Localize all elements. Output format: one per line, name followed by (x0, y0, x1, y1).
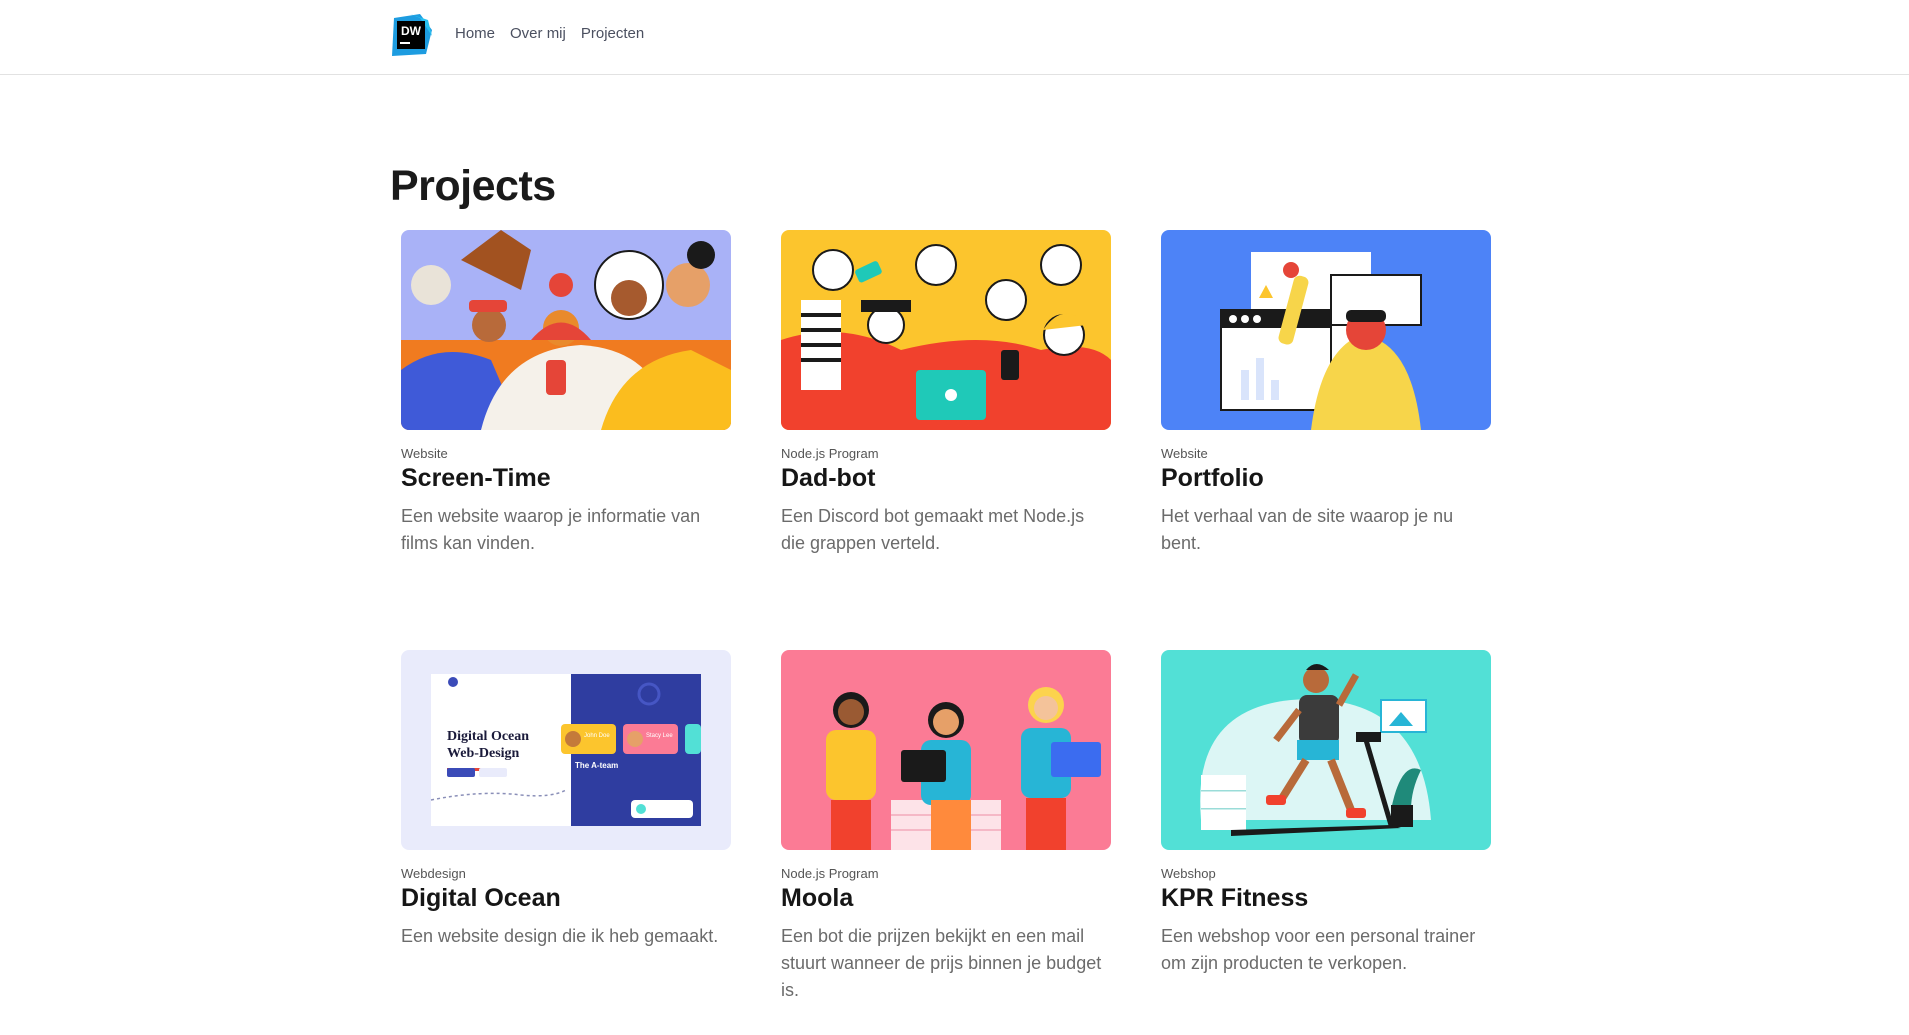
project-thumbnail[interactable] (1161, 650, 1491, 850)
mockup-heading-line2: Web-Design (447, 746, 520, 761)
project-description: Een bot die prijzen bekijkt en een mail … (781, 926, 1102, 1000)
project-description: Een website design die ik heb gemaakt. (401, 926, 719, 946)
project-title[interactable]: Screen-Time (401, 464, 731, 493)
project-thumbnail[interactable]: Digital Ocean Web-Design John Doe Stacy … (401, 650, 731, 850)
mockup-person2: Stacy Lee (646, 733, 673, 739)
project-thumbnail[interactable] (401, 230, 731, 430)
project-category: Website (1161, 446, 1208, 461)
page-title: Projects (390, 162, 556, 210)
project-title[interactable]: Digital Ocean (401, 884, 731, 913)
project-title[interactable]: Portfolio (1161, 464, 1491, 493)
project-card-digital-ocean[interactable]: Digital Ocean Web-Design John Doe Stacy … (401, 650, 731, 950)
dw-logo-icon[interactable]: DW (390, 14, 432, 56)
project-card-kpr-fitness[interactable]: Webshop KPR Fitness Een webshop voor een… (1161, 650, 1491, 977)
project-description: Een webshop voor een personal trainer om… (1161, 926, 1476, 973)
logo-text: DW (401, 24, 422, 38)
nav-links: Home Over mij Projecten (455, 25, 644, 42)
project-description: Het verhaal van de site waarop je nu ben… (1161, 506, 1454, 553)
project-card-dad-bot[interactable]: Node.js Program Dad-bot Een Discord bot … (781, 230, 1111, 557)
project-card-screen-time[interactable]: Website Screen-Time Een website waarop j… (401, 230, 731, 557)
women-devices-illustration-icon (781, 650, 1111, 850)
treadmill-runner-illustration-icon (1161, 650, 1491, 850)
project-category: Website (401, 446, 448, 461)
project-category: Node.js Program (781, 866, 879, 881)
nav-link-over-mij[interactable]: Over mij (510, 25, 566, 42)
project-title[interactable]: KPR Fitness (1161, 884, 1491, 913)
mockup-heading-line1: Digital Ocean (447, 729, 529, 744)
webdesign-mockup-illustration-icon: Digital Ocean Web-Design John Doe Stacy … (401, 650, 731, 850)
project-category: Webdesign (401, 866, 466, 881)
project-thumbnail[interactable] (781, 650, 1111, 850)
project-card-moola[interactable]: Node.js Program Moola Een bot die prijze… (781, 650, 1111, 1004)
project-card-portfolio[interactable]: Website Portfolio Het verhaal van de sit… (1161, 230, 1491, 557)
nav-link-home[interactable]: Home (455, 25, 495, 42)
developer-screens-illustration-icon (1161, 230, 1491, 430)
top-navbar: DW Home Over mij Projecten (0, 0, 1909, 75)
team-group-illustration-icon (781, 230, 1111, 430)
project-description: Een Discord bot gemaakt met Node.js die … (781, 506, 1085, 553)
mockup-person1: John Doe (584, 733, 610, 739)
project-thumbnail[interactable] (1161, 230, 1491, 430)
project-description: Een website waarop je informatie van fil… (401, 506, 701, 553)
nav-link-projecten[interactable]: Projecten (581, 25, 644, 42)
project-thumbnail[interactable] (781, 230, 1111, 430)
mockup-team: The A-team (575, 761, 618, 770)
project-title[interactable]: Dad-bot (781, 464, 1111, 493)
project-title[interactable]: Moola (781, 884, 1111, 913)
people-crowd-illustration-icon (401, 230, 731, 430)
project-category: Node.js Program (781, 446, 879, 461)
project-category: Webshop (1161, 866, 1216, 881)
